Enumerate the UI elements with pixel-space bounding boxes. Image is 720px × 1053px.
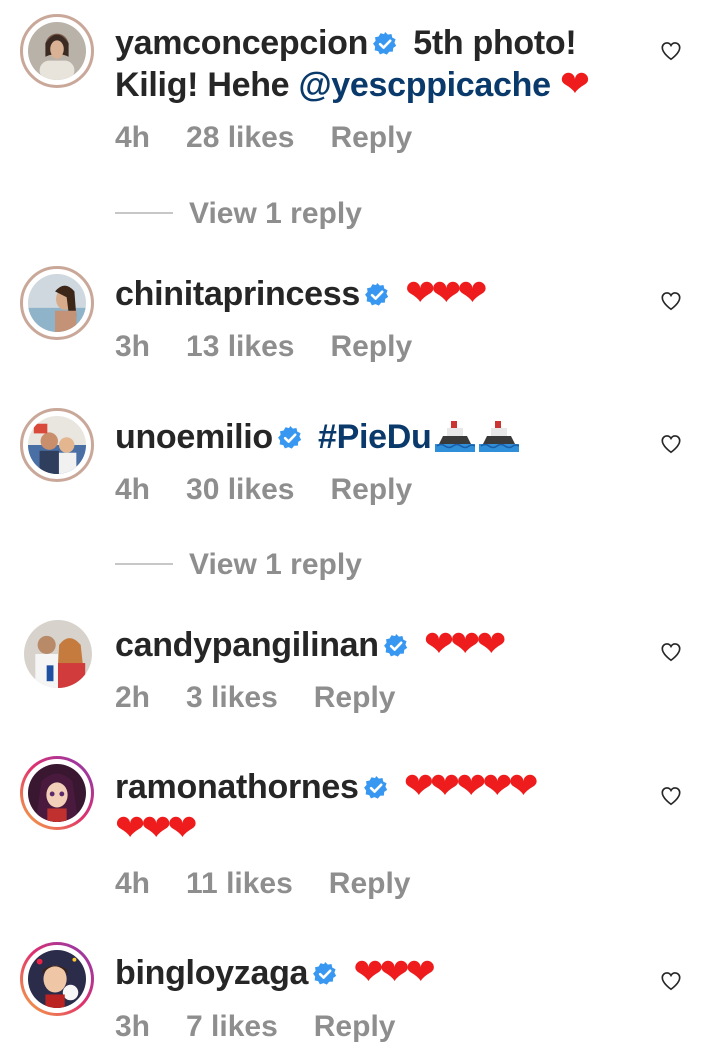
- like-heart-icon[interactable]: [660, 433, 682, 455]
- hashtag-link[interactable]: #PieDu: [318, 418, 432, 456]
- comment-text: bingloyzaga ❤❤❤: [115, 952, 655, 994]
- comment-text: candypangilinan ❤❤❤: [115, 624, 655, 666]
- timestamp[interactable]: 4h: [115, 473, 150, 506]
- comment-body-line2: Kilig! Hehe: [115, 66, 290, 104]
- reply-button[interactable]: Reply: [314, 681, 396, 714]
- timestamp[interactable]: 3h: [115, 1010, 150, 1043]
- reply-button[interactable]: Reply: [329, 867, 411, 900]
- comment-meta: 4h 28 likes Reply: [115, 120, 412, 156]
- view-replies-button[interactable]: View 1 reply: [115, 196, 362, 232]
- reply-button[interactable]: Reply: [314, 1010, 396, 1043]
- likes-count[interactable]: 28 likes: [186, 121, 294, 154]
- likes-count[interactable]: 30 likes: [186, 473, 294, 506]
- timestamp[interactable]: 4h: [115, 121, 150, 154]
- avatar[interactable]: [24, 620, 92, 688]
- divider: [115, 212, 173, 214]
- timestamp[interactable]: 4h: [115, 867, 150, 900]
- comment-meta: 4h 30 likes Reply: [115, 472, 412, 508]
- ship-icon: [479, 418, 520, 452]
- like-heart-icon[interactable]: [660, 970, 682, 992]
- reply-button[interactable]: Reply: [330, 473, 412, 506]
- likes-count[interactable]: 7 likes: [186, 1010, 278, 1043]
- avatar[interactable]: [20, 942, 94, 1016]
- ship-icon: [435, 418, 476, 452]
- avatar[interactable]: [20, 14, 94, 88]
- verified-icon: [312, 961, 338, 987]
- avatar[interactable]: [20, 266, 94, 340]
- comment-body: 5th photo!: [413, 24, 577, 62]
- view-replies-label: View 1 reply: [189, 548, 362, 581]
- view-replies-label: View 1 reply: [189, 197, 362, 230]
- heart-emoji: ❤❤❤: [353, 952, 435, 993]
- like-heart-icon[interactable]: [660, 785, 682, 807]
- heart-emoji: ❤❤❤: [423, 624, 506, 665]
- mention-link[interactable]: @yescppicache: [298, 66, 551, 104]
- username[interactable]: yamconcepcion: [115, 24, 368, 62]
- comment-text: yamconcepcion 5th photo! Kilig! Hehe @ye…: [115, 22, 655, 106]
- reply-button[interactable]: Reply: [330, 330, 412, 363]
- username[interactable]: unoemilio: [115, 418, 273, 456]
- likes-count[interactable]: 11 likes: [186, 867, 293, 900]
- divider: [115, 563, 173, 565]
- view-replies-button[interactable]: View 1 reply: [115, 547, 362, 583]
- verified-icon: [372, 31, 398, 57]
- comment-meta: 4h 11 likes Reply: [115, 866, 411, 902]
- timestamp[interactable]: 3h: [115, 330, 150, 363]
- verified-icon: [364, 282, 390, 308]
- comment-meta: 3h 7 likes Reply: [115, 1009, 395, 1045]
- heart-emoji: ❤: [559, 64, 590, 105]
- comment-meta: 3h 13 likes Reply: [115, 329, 412, 365]
- verified-icon: [363, 775, 389, 801]
- timestamp[interactable]: 2h: [115, 681, 150, 714]
- username[interactable]: candypangilinan: [115, 626, 379, 664]
- like-heart-icon[interactable]: [660, 641, 682, 663]
- comment-text: unoemilio #PieDu: [115, 416, 655, 458]
- heart-emoji: ❤❤❤: [405, 273, 487, 314]
- username[interactable]: bingloyzaga: [115, 954, 308, 992]
- likes-count[interactable]: 3 likes: [186, 681, 278, 714]
- heart-emoji: ❤❤❤: [115, 808, 197, 849]
- comment-text: ramonathornes ❤❤❤❤❤ ❤❤❤: [115, 766, 655, 850]
- username[interactable]: chinitaprincess: [115, 275, 360, 313]
- verified-icon: [277, 425, 303, 451]
- likes-count[interactable]: 13 likes: [186, 330, 294, 363]
- reply-button[interactable]: Reply: [330, 121, 412, 154]
- like-heart-icon[interactable]: [660, 290, 682, 312]
- avatar[interactable]: [20, 408, 94, 482]
- like-heart-icon[interactable]: [660, 40, 682, 62]
- comment-text: chinitaprincess ❤❤❤: [115, 273, 655, 315]
- avatar[interactable]: [20, 756, 94, 830]
- heart-emoji: ❤❤❤❤❤: [403, 766, 539, 807]
- verified-icon: [383, 633, 409, 659]
- username[interactable]: ramonathornes: [115, 768, 359, 806]
- comment-meta: 2h 3 likes Reply: [115, 680, 395, 716]
